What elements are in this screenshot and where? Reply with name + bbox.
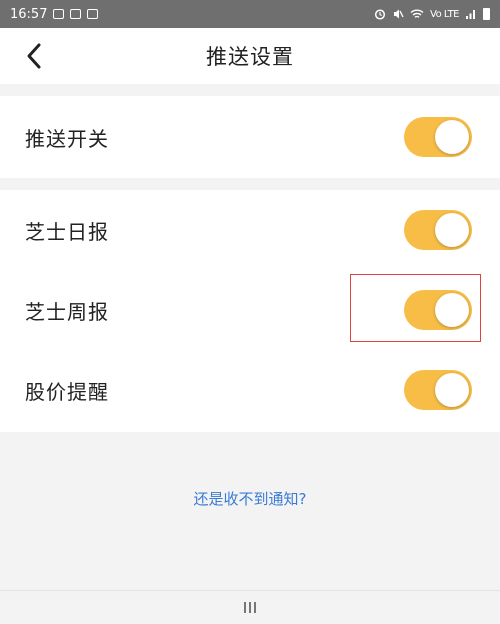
- recents-bar-icon: [254, 601, 256, 613]
- master-toggle-group: 推送开关: [0, 96, 500, 178]
- network-type-label: Vo LTE: [430, 8, 459, 20]
- back-arrow-icon: [27, 43, 41, 69]
- message-notification-icon: [87, 9, 99, 19]
- recents-bar-icon: [249, 601, 251, 613]
- highlight-annotation-box: [350, 274, 481, 342]
- header: 推送设置: [0, 28, 500, 84]
- status-bar: 16:57 Vo LTE: [0, 0, 500, 28]
- row-label: 芝士周报: [25, 299, 109, 324]
- gallery-notification-icon: [53, 9, 65, 19]
- wifi-icon: [410, 9, 424, 18]
- battery-icon: [483, 8, 490, 20]
- status-bar-right: Vo LTE: [374, 8, 490, 20]
- page-title: 推送设置: [206, 45, 294, 69]
- daily-report-toggle[interactable]: [404, 210, 472, 250]
- row-label: 股价提醒: [25, 379, 109, 404]
- toggle-knob: [435, 213, 469, 247]
- push-master-toggle[interactable]: [404, 117, 472, 157]
- push-settings-screen: 16:57 Vo LTE 推送设置 推送开关 芝士日报 芝士周报 股价提醒 还是…: [0, 0, 500, 624]
- recents-bar-icon: [244, 601, 246, 613]
- signal-icon: [466, 10, 475, 19]
- settings-row-push-master: 推送开关: [0, 96, 500, 178]
- row-label: 芝士日报: [25, 219, 109, 244]
- system-nav-bar: [0, 590, 500, 624]
- toggle-knob: [435, 373, 469, 407]
- status-bar-left: 16:57: [10, 6, 99, 22]
- settings-row-stock-alert: 股价提醒: [0, 350, 500, 430]
- stock-alert-toggle[interactable]: [404, 370, 472, 410]
- clock: 16:57: [10, 6, 48, 22]
- help-link-no-notifications[interactable]: 还是收不到通知?: [0, 488, 500, 509]
- settings-row-daily-report: 芝士日报: [0, 190, 500, 270]
- toggle-knob: [435, 120, 469, 154]
- mute-icon: [394, 9, 404, 19]
- alarm-icon: [374, 9, 386, 20]
- row-label: 推送开关: [25, 126, 109, 151]
- recent-apps-button[interactable]: [244, 601, 256, 613]
- back-button[interactable]: [16, 38, 52, 74]
- app-notification-icon: [70, 9, 82, 19]
